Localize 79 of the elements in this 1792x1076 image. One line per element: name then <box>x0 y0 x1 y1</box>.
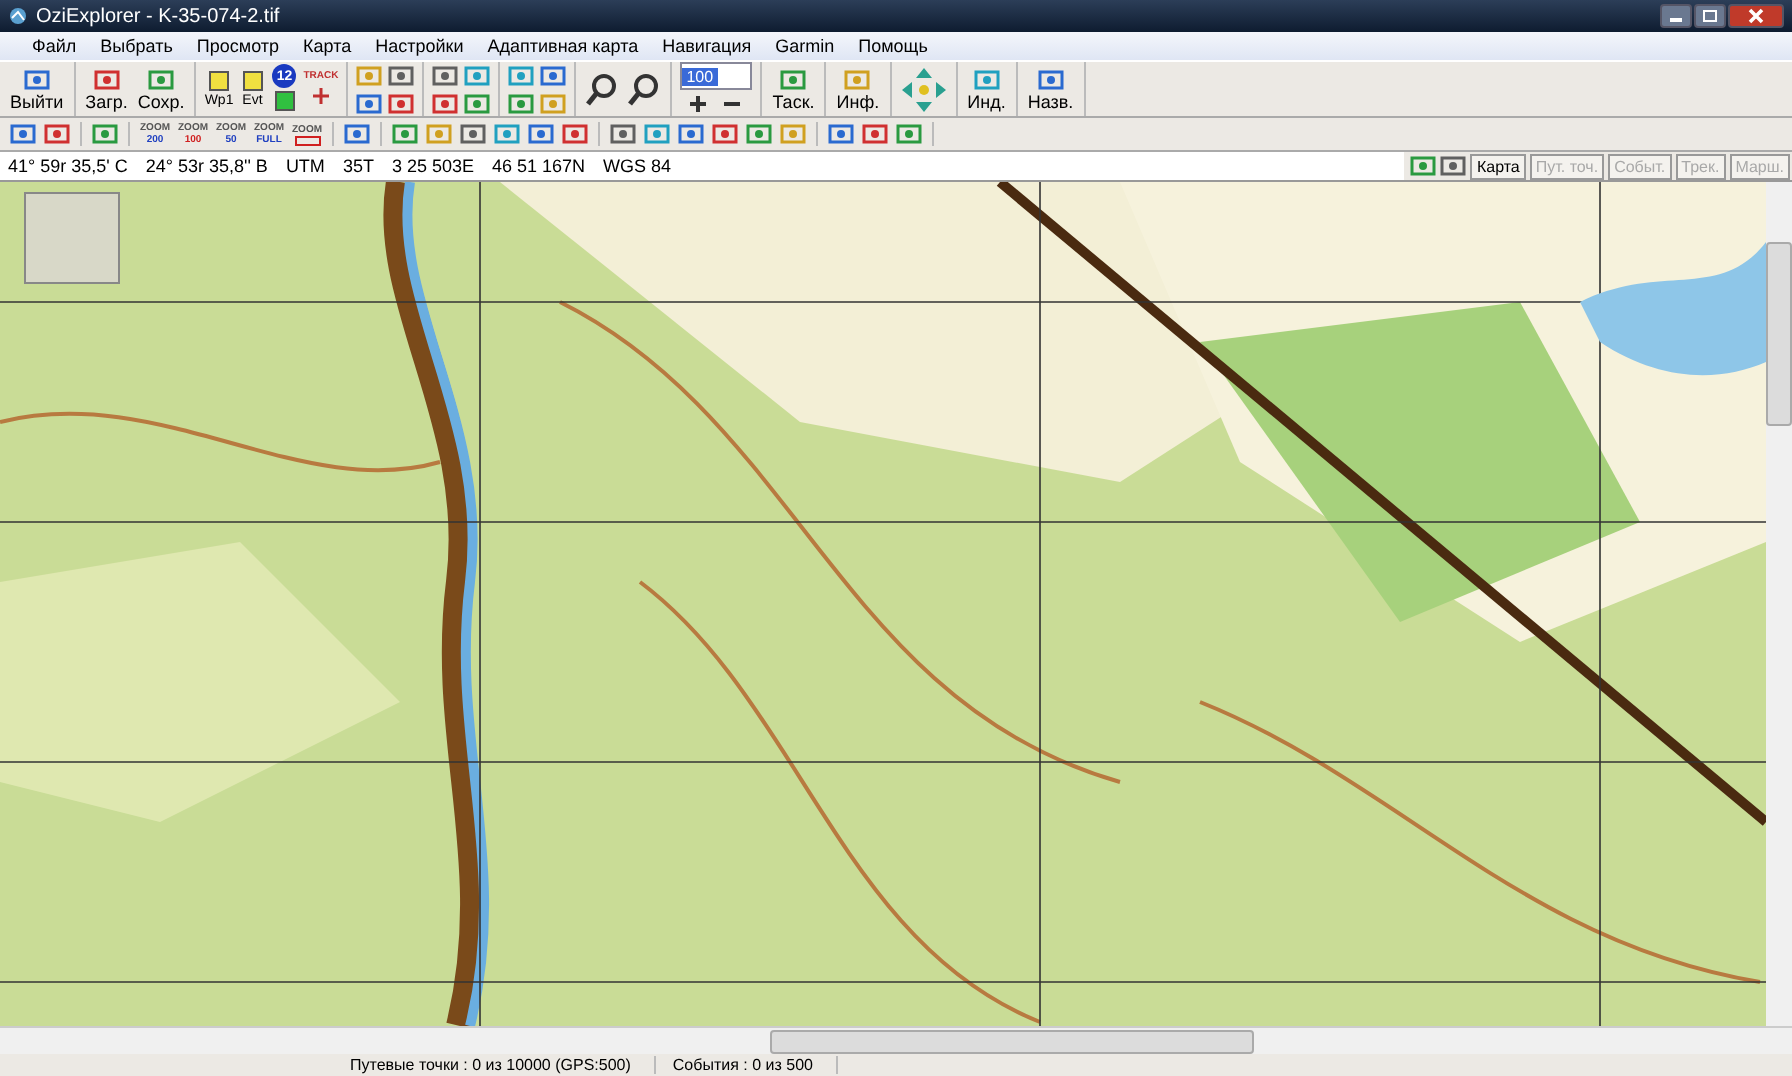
toolbar-button[interactable]: Сохр. <box>135 67 187 111</box>
tool-icon[interactable] <box>344 122 370 146</box>
tool-icon[interactable] <box>780 67 807 91</box>
tool-icon[interactable] <box>92 122 118 146</box>
menu-item[interactable]: Garmin <box>763 36 847 56</box>
zoom-dropdown[interactable]: 100 <box>680 62 753 90</box>
tool-icon[interactable] <box>464 91 491 115</box>
tool-icon[interactable] <box>644 122 670 146</box>
tool-icon[interactable] <box>508 91 535 115</box>
tool-icon[interactable] <box>494 122 520 146</box>
tool-icon[interactable] <box>464 63 491 87</box>
toolbar-button[interactable]: Инф. <box>834 67 882 111</box>
horizontal-scrollbar[interactable] <box>0 1026 1792 1054</box>
status-text: События : 0 из 500 <box>672 1056 839 1074</box>
close-icon[interactable] <box>1748 8 1764 24</box>
tool-icon[interactable] <box>93 67 120 91</box>
arrows-icon[interactable] <box>899 65 948 113</box>
tool-icon[interactable] <box>528 122 554 146</box>
tool-icon[interactable] <box>540 63 567 87</box>
toolbar-button[interactable]: Инд. <box>965 67 1008 111</box>
tool-icon[interactable] <box>746 122 772 146</box>
coordinate-text: 41° 59r 35,5' C <box>8 156 128 176</box>
coordinate-text: 35T <box>342 156 374 176</box>
search-icon[interactable] <box>626 71 663 107</box>
tool-icon[interactable] <box>828 122 854 146</box>
waypoint-icon[interactable] <box>206 70 233 94</box>
plus-icon[interactable] <box>307 84 334 108</box>
tool-icon[interactable] <box>610 122 636 146</box>
tool-icon[interactable] <box>508 63 535 87</box>
minimize-button[interactable] <box>1660 4 1692 28</box>
coordinate-text: WGS 84 <box>603 156 672 176</box>
menu-item[interactable]: Помощь <box>846 36 940 56</box>
tool-icon[interactable] <box>432 91 459 115</box>
tool-icon[interactable] <box>388 91 415 115</box>
overview-thumbnail[interactable] <box>24 192 120 284</box>
tool-icon[interactable] <box>678 122 704 146</box>
view-tab[interactable]: Карта <box>1470 153 1526 179</box>
window-title: OziExplorer - K-35-074-2.tif <box>36 5 280 27</box>
waypoint-icon[interactable] <box>239 70 266 94</box>
menu-item[interactable]: Просмотр <box>184 36 292 56</box>
toolbar-button[interactable]: Выйти <box>8 67 66 111</box>
coordinate-text: 46 51 167N <box>492 156 586 176</box>
status-text: Путевые точки : 0 из 10000 (GPS:500) <box>350 1056 657 1074</box>
search-icon[interactable] <box>584 71 621 107</box>
tool-icon[interactable] <box>896 122 922 146</box>
menu-item[interactable]: Файл <box>20 36 89 56</box>
square-icon[interactable] <box>271 90 298 114</box>
tool-icon[interactable] <box>712 122 738 146</box>
tool-icon[interactable] <box>10 122 36 146</box>
tool-icon[interactable] <box>460 122 486 146</box>
menu-item[interactable]: Адаптивная карта <box>475 36 651 56</box>
tool-icon[interactable] <box>432 63 459 87</box>
coordinate-text: 24° 53r 35,8'' B <box>145 156 268 176</box>
tool-icon[interactable] <box>862 122 888 146</box>
maximize-button[interactable] <box>1694 4 1726 28</box>
tool-icon[interactable] <box>388 63 415 87</box>
tool-icon[interactable] <box>392 122 418 146</box>
tool-icon[interactable] <box>23 67 50 91</box>
coordinate-text: 3 25 503E <box>391 156 474 176</box>
toolbar-button[interactable]: Загр. <box>83 67 130 111</box>
toolbar-button[interactable]: Таск. <box>770 67 817 111</box>
tool-icon[interactable] <box>1440 154 1467 178</box>
menu-item[interactable]: Выбрать <box>88 36 185 56</box>
tool-icon[interactable] <box>973 67 1000 91</box>
vertical-scrollbar[interactable] <box>1766 182 1792 1026</box>
tool-icon[interactable] <box>1410 154 1437 178</box>
menu-item[interactable]: Настройки <box>363 36 476 56</box>
maximize-icon[interactable] <box>1702 10 1718 22</box>
coordinate-text: UTM <box>285 156 325 176</box>
close-button[interactable] <box>1728 4 1784 28</box>
toolbar-button[interactable]: Назв. <box>1025 67 1076 111</box>
app-icon <box>8 6 28 26</box>
tool-icon[interactable] <box>148 67 175 91</box>
menu-item[interactable]: Навигация <box>650 36 764 56</box>
menu-item[interactable]: Карта <box>291 36 364 56</box>
tool-icon[interactable] <box>356 91 383 115</box>
tool-icon[interactable] <box>562 122 588 146</box>
tool-icon[interactable] <box>1037 67 1064 91</box>
tool-icon[interactable] <box>44 122 70 146</box>
